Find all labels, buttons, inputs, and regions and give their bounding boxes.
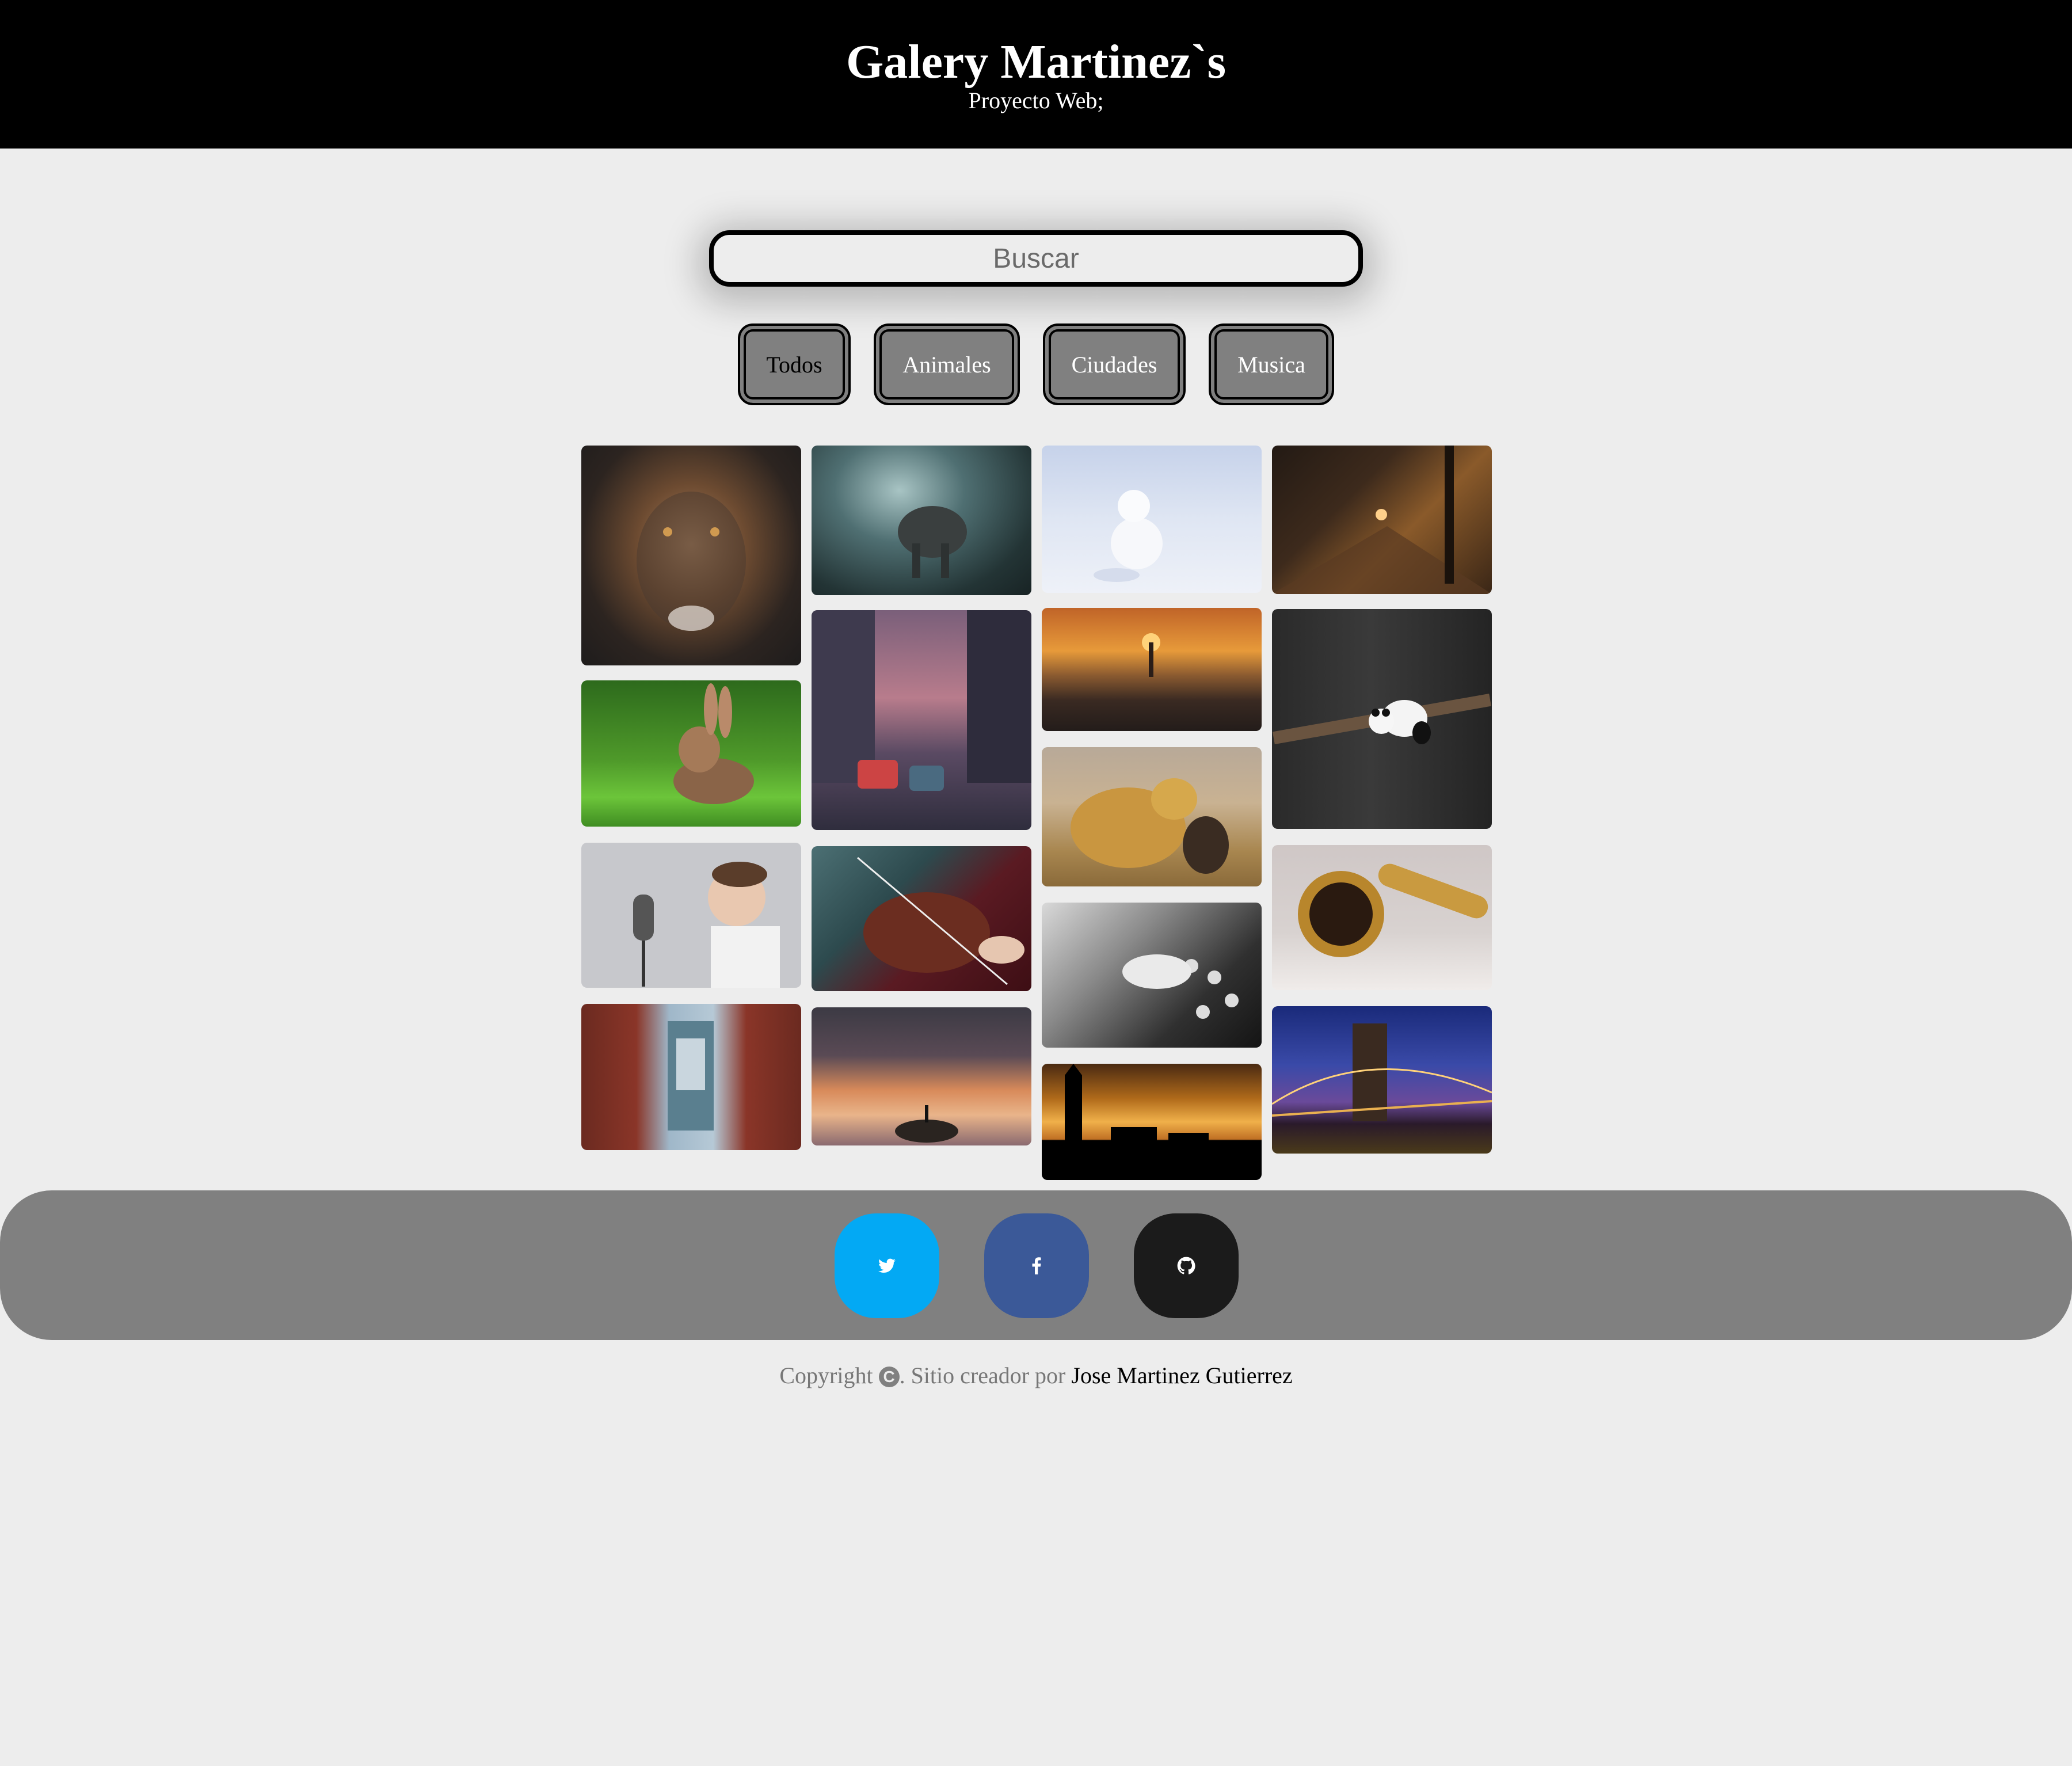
search-input[interactable]: [714, 235, 1358, 282]
gallery-image-rabbit[interactable]: [581, 680, 801, 827]
page-title: Galery Martinez`s: [845, 35, 1227, 89]
search-box: [709, 230, 1363, 287]
facebook-icon: [1032, 1257, 1041, 1274]
copyright-notice: Copyright C. Sitio creador por Jose Mart…: [0, 1360, 2072, 1392]
gallery-image-lion[interactable]: [581, 446, 801, 665]
gallery-image-inverted-city-sunset[interactable]: [812, 1007, 1031, 1145]
filter-button-todos[interactable]: Todos: [738, 323, 851, 405]
author-link[interactable]: Jose Martinez Gutierrez: [1071, 1362, 1292, 1388]
twitter-button[interactable]: [835, 1213, 939, 1318]
gallery-image-brooklyn-bridge-night[interactable]: [1272, 1006, 1492, 1154]
page-header: Galery Martinez`s Proyecto Web;: [0, 0, 2072, 149]
copyright-middle: . Sitio creador por: [899, 1362, 1066, 1388]
gallery-image-panda[interactable]: [1272, 609, 1492, 829]
gallery-image-saxophone[interactable]: [1272, 845, 1492, 990]
github-icon: [1177, 1257, 1195, 1274]
gallery-image-boy-singing[interactable]: [581, 843, 801, 988]
gallery-image-london-skyline-sunset[interactable]: [1042, 1064, 1262, 1180]
filter-bar: Todos Animales Ciudades Musica: [0, 323, 2072, 405]
page-subtitle: Proyecto Web;: [968, 87, 1104, 113]
copyright-icon: C: [878, 1367, 900, 1387]
gallery-image-city-traffic[interactable]: [812, 610, 1031, 830]
facebook-button[interactable]: [984, 1213, 1089, 1318]
filter-button-animales[interactable]: Animales: [874, 323, 1020, 405]
filter-button-musica[interactable]: Musica: [1209, 323, 1334, 405]
gallery-image-city-sunset-aerial[interactable]: [1042, 608, 1262, 731]
gallery-image-arctic-fox[interactable]: [1042, 446, 1262, 593]
gallery-image-dj-mixer[interactable]: [1042, 903, 1262, 1048]
github-button[interactable]: [1134, 1213, 1239, 1318]
gallery-image-violin[interactable]: [812, 846, 1031, 991]
gallery-image-lion-and-girl[interactable]: [1042, 747, 1262, 886]
gallery-image-night-street[interactable]: [1272, 446, 1492, 594]
gallery-image-elephant-forest[interactable]: [812, 446, 1031, 595]
copyright-prefix: Copyright: [779, 1362, 873, 1388]
filter-button-ciudades[interactable]: Ciudades: [1043, 323, 1186, 405]
gallery-image-manhattan-bridge[interactable]: [581, 1004, 801, 1150]
twitter-icon: [878, 1258, 896, 1273]
